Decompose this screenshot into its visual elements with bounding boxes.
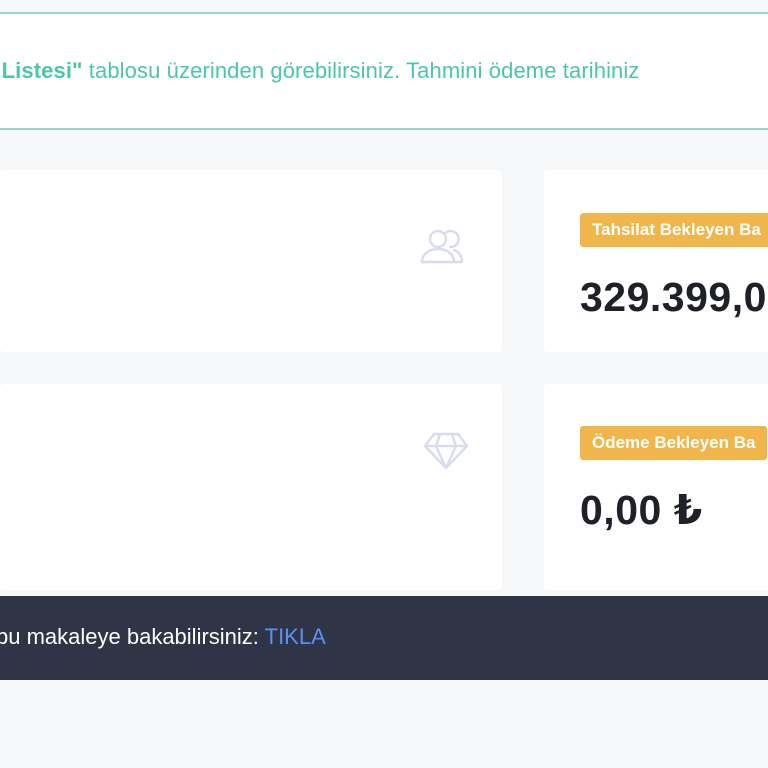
collection-pending-amount: 329.399,0 (580, 274, 767, 320)
notice-text: t Listesi" tablosu üzerinden görebilirsi… (0, 58, 639, 84)
help-banner: bu makaleye bakabilirsiniz: TIKLA (0, 596, 768, 680)
collection-pending-card (544, 170, 768, 352)
diamond-icon (422, 426, 470, 474)
info-notice: t Listesi" tablosu üzerinden görebilirsi… (0, 12, 768, 130)
collection-pending-badge: Tahsilat Bekleyen Ba (580, 213, 768, 247)
payment-pending-badge: Ödeme Bekleyen Ba (580, 426, 768, 460)
banner-body-text: bu makaleye bakabilirsiniz: (0, 624, 265, 649)
banner-text: bu makaleye bakabilirsiniz: TIKLA (0, 624, 326, 650)
users-icon (418, 222, 466, 270)
banner-link[interactable]: TIKLA (265, 624, 326, 649)
stat-card-diamond (0, 384, 502, 590)
payment-pending-amount: 0,00 ₺ (580, 487, 703, 533)
notice-bold-text: t Listesi" (0, 58, 83, 83)
notice-body-text: tablosu üzerinden görebilirsiniz. Tahmin… (82, 58, 640, 83)
